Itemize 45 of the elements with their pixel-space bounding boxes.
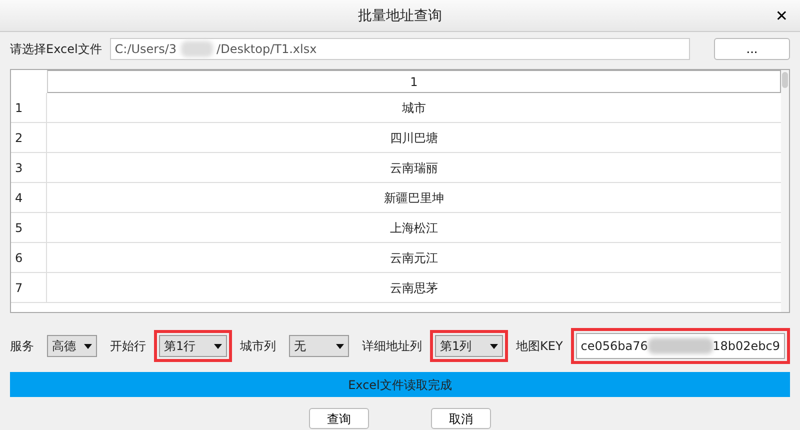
path-text: /Desktop/T1.xlsx xyxy=(216,41,317,58)
key-text: ce056ba76 xyxy=(580,338,648,355)
row-header: 6 xyxy=(15,250,23,266)
dialog-button[interactable]: 查询 xyxy=(309,408,369,429)
option-label: 地图KEY xyxy=(516,338,563,355)
key-text: 18b02ebc9 xyxy=(712,338,780,355)
file-path-field[interactable]: C:/Users/3 /Desktop/T1.xlsx xyxy=(110,38,690,60)
table-cell-text: 云南元江 xyxy=(390,250,438,266)
column-header[interactable]: 1 xyxy=(47,70,781,93)
table-cell-text: 云南瑞丽 xyxy=(390,160,438,176)
dropdown[interactable]: 高德 xyxy=(47,335,97,357)
row-header: 2 xyxy=(15,130,23,146)
key-field[interactable]: ce056ba76 18b02ebc9 xyxy=(576,333,785,359)
status-text: Excel文件读取完成 xyxy=(348,376,452,394)
scroll-thumb[interactable] xyxy=(782,72,788,88)
row-header: 5 xyxy=(15,220,23,236)
option-label: 服务 xyxy=(10,338,34,355)
scrollbar[interactable] xyxy=(781,70,789,312)
caret-icon xyxy=(214,344,222,348)
option-label: 开始行 xyxy=(110,338,146,355)
caret-icon xyxy=(336,344,344,348)
table-cell-text: 上海松江 xyxy=(390,220,438,236)
file-label: 请选择Excel文件 xyxy=(10,41,102,58)
window-title: 批量地址查询 xyxy=(358,7,442,26)
caret-icon xyxy=(490,344,498,348)
browse-button[interactable]: ... xyxy=(714,38,790,60)
table-cell-text: 云南思茅 xyxy=(390,280,438,296)
table-cell-text: 四川巴塘 xyxy=(390,130,438,146)
dropdown[interactable]: 第1行 xyxy=(159,335,227,357)
dialog-button[interactable]: 取消 xyxy=(431,408,491,429)
row-header: 7 xyxy=(15,280,23,296)
caret-icon xyxy=(84,344,92,348)
close-button[interactable]: ✕ xyxy=(771,5,792,28)
option-label: 详细地址列 xyxy=(362,338,422,355)
redaction-blur xyxy=(180,41,213,57)
row-header: 3 xyxy=(15,160,23,176)
table-cell-text: 城市 xyxy=(402,100,426,116)
option-label: 城市列 xyxy=(240,338,276,355)
table-cell-text: 新疆巴里坤 xyxy=(384,190,444,206)
redaction-blur xyxy=(648,338,713,354)
dropdown[interactable]: 第1列 xyxy=(435,335,503,357)
path-text: C:/Users/3 xyxy=(114,41,177,58)
row-header: 4 xyxy=(15,190,23,206)
row-header: 1 xyxy=(15,100,23,116)
dropdown[interactable]: 无 xyxy=(289,335,349,357)
